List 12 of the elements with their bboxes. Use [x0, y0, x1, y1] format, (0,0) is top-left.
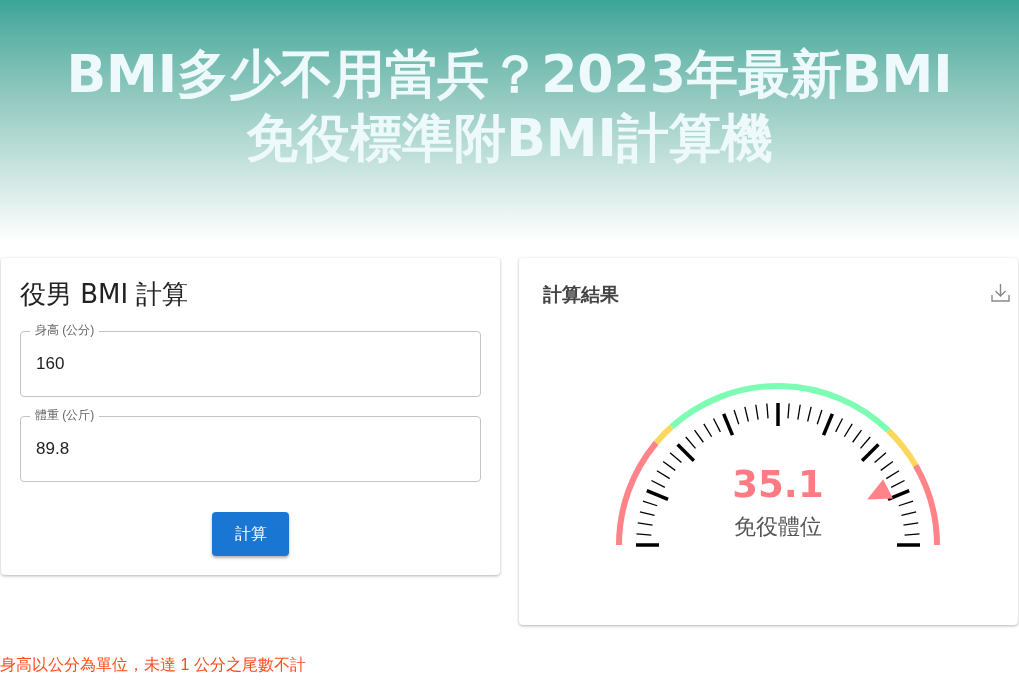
calculate-button[interactable]: 計算	[212, 512, 289, 556]
note-text: 身高以公分為單位，未達 1 公分之尾數不計	[0, 655, 306, 675]
download-icon[interactable]	[991, 283, 1010, 303]
page-title: 免役標準附BMI計算機	[246, 107, 773, 170]
page-title: BMI多少不用當兵？2023年最新BMI	[66, 43, 953, 106]
bmi-value: 35.1	[731, 463, 825, 507]
gauge-pointer	[867, 479, 893, 500]
verdict-label: 免役體位	[733, 513, 823, 541]
card-title: 計算結果	[543, 282, 619, 307]
field-label: 身高 (公分)	[30, 322, 100, 338]
field-label: 體重 (公斤)	[30, 407, 100, 423]
card-title: 役男 BMI 計算	[20, 278, 189, 310]
